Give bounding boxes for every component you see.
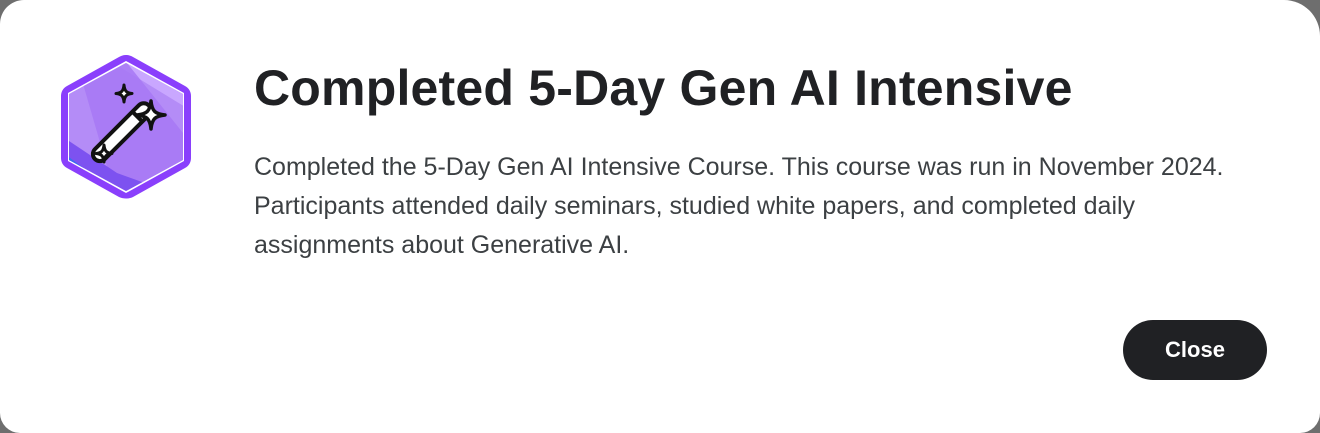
dialog-description: Completed the 5-Day Gen AI Intensive Cou…: [254, 153, 1224, 259]
magic-wand-sparkles-icon: [61, 55, 191, 199]
close-button[interactable]: Close: [1123, 320, 1267, 380]
badge-dialog: Completed 5-Day Gen AI Intensive Complet…: [0, 0, 1320, 433]
badge-hexagon: [57, 53, 195, 201]
dialog-title: Completed 5-Day Gen AI Intensive: [254, 60, 1073, 116]
